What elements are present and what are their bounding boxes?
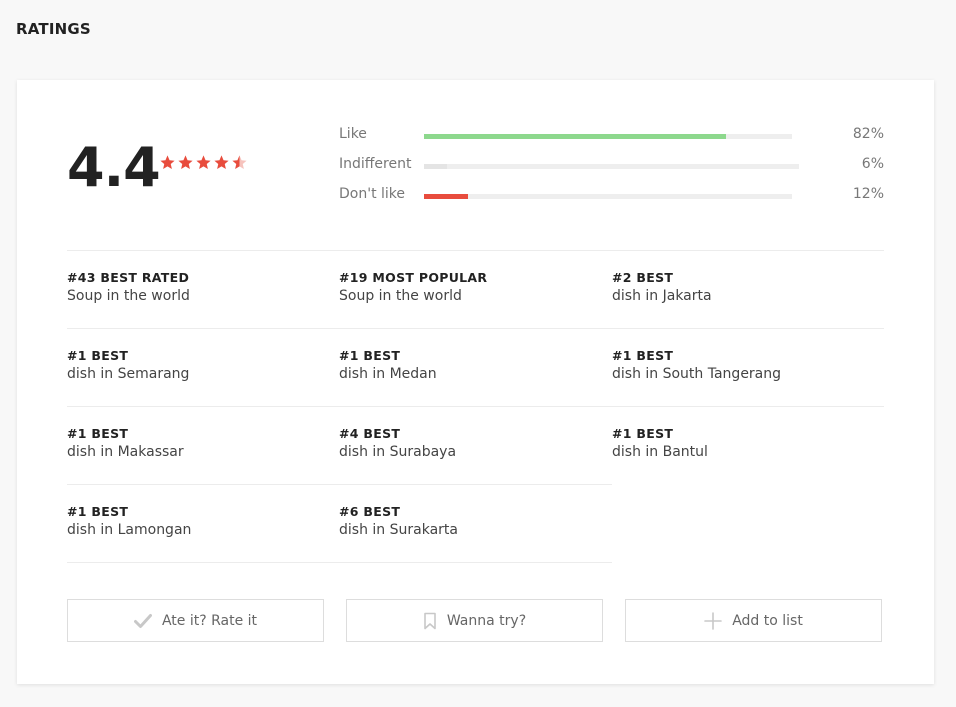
rankings-row: #43 BEST RATED Soup in the world #19 MOS… (67, 250, 884, 328)
wanna-try-label: Wanna try? (446, 612, 527, 629)
ranking-item[interactable]: #1 BEST dish in Makassar (67, 426, 327, 460)
rankings-row: #1 BEST dish in Lamongan #6 BEST dish in… (67, 484, 612, 563)
ranking-title: #1 BEST (612, 426, 674, 441)
ranking-desc: dish in Jakarta (612, 288, 712, 304)
ranking-desc: dish in Surabaya (339, 444, 457, 460)
ranking-item[interactable]: #4 BEST dish in Surabaya (339, 426, 599, 460)
ranking-item[interactable]: #1 BEST dish in South Tangerang (612, 348, 872, 382)
ranking-title: #1 BEST (67, 504, 129, 519)
ranking-desc: dish in Bantul (612, 444, 708, 460)
sentiment-like: Like 82% (339, 126, 884, 146)
ranking-desc: dish in South Tangerang (612, 366, 782, 382)
sentiment-percent: 82% (852, 126, 884, 142)
rate-it-label: Ate it? Rate it (161, 612, 258, 629)
star-rating (159, 154, 248, 171)
add-to-list-button[interactable]: Add to list (625, 599, 882, 642)
ranking-desc: dish in Lamongan (67, 522, 192, 538)
rankings-grid: #43 BEST RATED Soup in the world #19 MOS… (67, 250, 884, 563)
sentiment-label: Like (339, 126, 367, 142)
ranking-item[interactable]: #1 BEST dish in Semarang (67, 348, 327, 382)
sentiment-bar-fill (424, 134, 726, 139)
half-star-icon (232, 155, 247, 170)
ranking-desc: Soup in the world (339, 288, 462, 304)
ranking-title: #1 BEST (339, 348, 401, 363)
star-icon (214, 155, 229, 170)
ranking-desc: dish in Surakarta (339, 522, 458, 538)
star-icon (178, 155, 193, 170)
sentiment-bar-fill (424, 194, 469, 199)
checkmark-icon (133, 613, 152, 628)
ranking-title: #2 BEST (612, 270, 674, 285)
ranking-desc: Soup in the world (67, 288, 190, 304)
rating-score: 4.4 (67, 136, 161, 199)
section-title: RATINGS (16, 20, 91, 38)
ranking-desc: dish in Semarang (67, 366, 190, 382)
plus-icon (704, 611, 722, 630)
ranking-title: #4 BEST (339, 426, 401, 441)
ranking-title: #1 BEST (67, 426, 129, 441)
rankings-row: #1 BEST dish in Semarang #1 BEST dish in… (67, 328, 884, 406)
star-icon (160, 155, 175, 170)
ranking-title: #6 BEST (339, 504, 401, 519)
ranking-item[interactable]: #43 BEST RATED Soup in the world (67, 270, 327, 304)
ratings-card: 4.4 Like 82% Indifferent 6% Don't like 1… (17, 80, 934, 684)
sentiment-label: Don't like (339, 186, 406, 202)
wanna-try-button[interactable]: Wanna try? (346, 599, 603, 642)
add-to-list-label: Add to list (732, 612, 803, 629)
ranking-desc: dish in Makassar (67, 444, 184, 460)
sentiment-bar (424, 194, 792, 199)
sentiment-percent: 12% (852, 186, 884, 202)
ranking-title: #1 BEST (67, 348, 129, 363)
rankings-row: #1 BEST dish in Makassar #4 BEST dish in… (67, 406, 884, 484)
ranking-item[interactable]: #2 BEST dish in Jakarta (612, 270, 872, 304)
ranking-desc: dish in Medan (339, 366, 437, 382)
ranking-item[interactable]: #1 BEST dish in Medan (339, 348, 599, 382)
ranking-title: #43 BEST RATED (67, 270, 190, 285)
star-icon (196, 155, 211, 170)
ranking-item[interactable]: #1 BEST dish in Lamongan (67, 504, 327, 538)
sentiment-bar (424, 164, 799, 169)
ranking-title: #19 MOST POPULAR (339, 270, 488, 285)
ranking-item[interactable]: #1 BEST dish in Bantul (612, 426, 872, 460)
sentiment-label: Indifferent (339, 156, 412, 172)
rate-it-button[interactable]: Ate it? Rate it (67, 599, 324, 642)
ranking-item[interactable]: #6 BEST dish in Surakarta (339, 504, 599, 538)
ranking-item[interactable]: #19 MOST POPULAR Soup in the world (339, 270, 599, 304)
sentiment-dislike: Don't like 12% (339, 186, 884, 206)
ranking-title: #1 BEST (612, 348, 674, 363)
sentiment-percent: 6% (861, 156, 884, 172)
sentiment-bar-fill (424, 164, 447, 169)
sentiment-bar (424, 134, 792, 139)
sentiment-indifferent: Indifferent 6% (339, 156, 884, 176)
bookmark-icon (424, 612, 436, 629)
